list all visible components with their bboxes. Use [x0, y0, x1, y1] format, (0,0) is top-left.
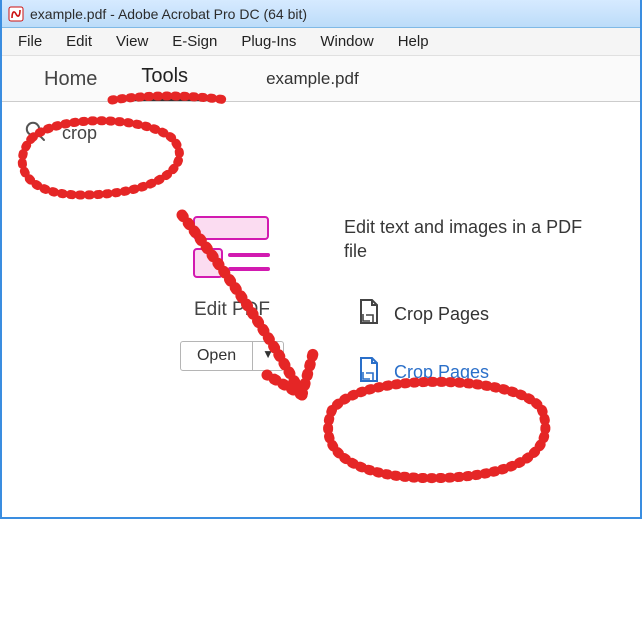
search-input[interactable] [60, 122, 220, 145]
menu-help[interactable]: Help [388, 31, 439, 52]
menu-view[interactable]: View [106, 31, 158, 52]
crop-pages-icon-blue [356, 357, 380, 388]
crop-pages-link-1[interactable]: Crop Pages [356, 299, 489, 330]
tab-tools[interactable]: Tools [119, 57, 210, 101]
menu-window[interactable]: Window [310, 31, 383, 52]
title-bar: example.pdf - Adobe Acrobat Pro DC (64 b… [2, 0, 640, 28]
acrobat-icon [8, 6, 24, 22]
menu-plugins[interactable]: Plug-Ins [231, 31, 306, 52]
crop-pages-label-1: Crop Pages [394, 304, 489, 325]
tab-bar: Home Tools example.pdf [2, 56, 640, 102]
open-button-group: Open ▼ [180, 341, 284, 371]
tool-description: Edit text and images in a PDF file [344, 215, 594, 264]
window-title: example.pdf - Adobe Acrobat Pro DC (64 b… [30, 6, 307, 22]
tab-home[interactable]: Home [22, 60, 119, 101]
menu-edit[interactable]: Edit [56, 31, 102, 52]
tool-card-title: Edit PDF [162, 299, 302, 321]
search-row [2, 102, 640, 155]
open-button[interactable]: Open [181, 342, 253, 370]
menu-bar: File Edit View E-Sign Plug-Ins Window He… [2, 28, 640, 56]
open-dropdown[interactable]: ▼ [253, 342, 283, 370]
crop-pages-link-2[interactable]: Crop Pages [356, 357, 489, 388]
tab-document[interactable]: example.pdf [266, 69, 359, 101]
search-icon [24, 120, 46, 147]
menu-file[interactable]: File [8, 31, 52, 52]
crop-pages-label-2: Crop Pages [394, 362, 489, 383]
menu-esign[interactable]: E-Sign [162, 31, 227, 52]
edit-pdf-icon [190, 215, 274, 281]
crop-pages-icon [356, 299, 380, 330]
tool-card-edit-pdf[interactable]: Edit PDF Open ▼ [162, 215, 302, 371]
